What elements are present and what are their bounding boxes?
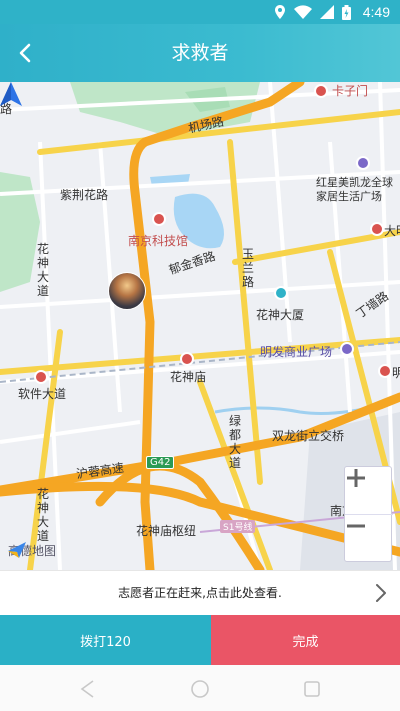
minus-icon xyxy=(347,524,365,528)
poi-right-edge-marker[interactable] xyxy=(378,364,392,378)
wifi-icon xyxy=(293,5,312,19)
poi-kazimen-marker[interactable] xyxy=(314,84,328,98)
zoom-control xyxy=(344,466,393,563)
nav-home-icon[interactable] xyxy=(190,679,210,699)
chevron-right-icon xyxy=(376,584,386,602)
zoom-out-button[interactable] xyxy=(345,515,393,563)
label-huashen-hub: 花神庙枢纽 xyxy=(136,524,197,538)
label-kazimen: 卡子门 xyxy=(332,84,369,98)
label-dachang: 大明 xyxy=(384,224,400,238)
map-base xyxy=(0,82,400,570)
status-time: 4:49 xyxy=(362,4,390,20)
park-area-left xyxy=(0,172,40,292)
g42-shield: G42 xyxy=(146,456,175,469)
status-bar: 4:49 xyxy=(0,0,400,24)
poi-mingfa-marker[interactable] xyxy=(340,342,354,356)
label-huashen-avenue-bottom: 花神大道 xyxy=(36,487,49,543)
page-title: 求救者 xyxy=(171,42,229,64)
metro-s1-badge: S1号线 xyxy=(220,520,256,533)
poi-dachang-marker[interactable] xyxy=(370,222,384,236)
plus-icon xyxy=(347,469,365,487)
poi-science-museum-marker[interactable] xyxy=(152,212,166,226)
label-ruanjian-avenue: 软件大道 xyxy=(18,387,67,401)
zoom-in-button[interactable] xyxy=(345,467,393,515)
label-zijinghua-road: 紫荆花路 xyxy=(60,188,109,202)
nav-back-icon[interactable] xyxy=(78,679,98,699)
volunteer-notice-text: 志愿者正在赶来,点击此处查看. xyxy=(118,586,282,600)
label-hongxing: 红星美凯龙全球 家居生活广场 xyxy=(316,176,393,203)
label-huashen-temple: 花神庙 xyxy=(170,370,207,384)
call-120-button[interactable]: 拨打120 xyxy=(0,615,211,665)
system-nav-bar xyxy=(0,665,400,711)
signal-icon xyxy=(319,5,334,19)
label-lvdu-avenue: 绿都大道 xyxy=(228,414,241,470)
poi-ruanjian-marker[interactable] xyxy=(34,370,48,384)
label-huashen-avenue-left: 花神大道 xyxy=(36,242,49,298)
battery-icon xyxy=(341,4,351,20)
amap-attribution: 高德地图 xyxy=(8,542,56,559)
app-bar: 求救者 xyxy=(0,24,400,82)
nav-recents-icon[interactable] xyxy=(302,679,322,699)
label-shuanglong-interchange: 双龙街立交桥 xyxy=(272,429,345,443)
label-mingfa-plaza: 明发商业广场 xyxy=(260,345,333,359)
poi-hongxing-marker[interactable] xyxy=(356,156,370,170)
label-nanjing-science-museum: 南京科技馆 xyxy=(128,234,189,248)
label-yulan-road: 玉兰路 xyxy=(241,247,254,289)
status-icons: 4:49 xyxy=(274,4,390,20)
current-location-arrow-icon xyxy=(0,82,22,106)
poi-huashen-building-marker[interactable] xyxy=(274,286,288,300)
location-icon xyxy=(274,5,285,19)
rescuer-avatar[interactable] xyxy=(108,272,146,310)
done-button[interactable]: 完成 xyxy=(211,615,400,665)
label-huashen-building: 花神大厦 xyxy=(256,308,305,322)
map-view[interactable]: 卡子门 机场路 紫荆花路 红星美凯龙全球 家居生活广场 南京科技馆 郁金香路 花… xyxy=(0,82,400,570)
amap-logo-icon xyxy=(8,542,26,558)
volunteer-notice-bar[interactable]: 志愿者正在赶来,点击此处查看. xyxy=(0,570,400,614)
poi-huashen-temple-marker[interactable] xyxy=(180,352,194,366)
label-partial-right: 明 xyxy=(392,366,400,380)
action-row: 拨打120 完成 xyxy=(0,615,400,665)
